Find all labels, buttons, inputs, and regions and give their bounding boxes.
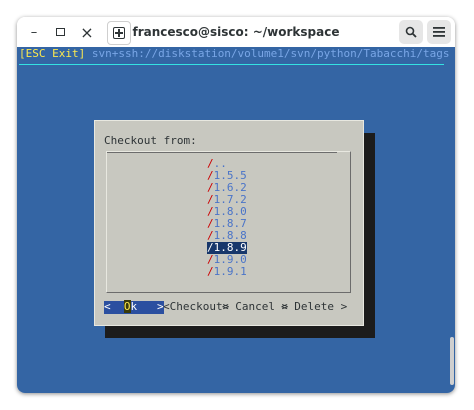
status-line: [ESC Exit] svn+ssh://diskstation/volume1…: [19, 48, 449, 60]
divider: [107, 152, 337, 153]
esc-exit-label[interactable]: [ESC Exit]: [19, 47, 85, 60]
dialog-title: Checkout from:: [104, 134, 197, 147]
minimize-icon: –: [30, 24, 38, 40]
delete-button[interactable]: < Delete >: [281, 301, 347, 314]
tag-list-box[interactable]: /.. /1.5.5 /1.6.2 /1.7.2 /1.8.0 /1.8.7 /…: [106, 151, 351, 293]
minimize-button[interactable]: –: [23, 21, 45, 43]
terminal-window: – × francesco@sisco: ~/workspace [ESC Ex…: [17, 17, 455, 393]
menu-button[interactable]: [427, 20, 451, 44]
tag-list[interactable]: /.. /1.5.5 /1.6.2 /1.7.2 /1.8.0 /1.8.7 /…: [107, 158, 350, 302]
search-button[interactable]: [399, 20, 423, 44]
repository-url: svn+ssh://diskstation/volume1/svn/python…: [91, 47, 450, 60]
close-button[interactable]: ×: [76, 21, 98, 43]
close-icon: ×: [80, 22, 94, 42]
checkout-button[interactable]: <Checkout>: [163, 301, 229, 314]
new-tab-icon: [113, 27, 125, 39]
maximize-button[interactable]: [49, 21, 71, 43]
terminal-area[interactable]: [ESC Exit] svn+ssh://diskstation/volume1…: [17, 47, 455, 393]
hamburger-menu-icon: [433, 27, 445, 37]
dialog-buttons: < Ok > <Checkout> < Cancel > < Delete >: [104, 300, 347, 315]
list-item[interactable]: /1.9.1: [207, 266, 247, 278]
cancel-button[interactable]: < Cancel >: [222, 301, 288, 314]
divider: [19, 64, 444, 65]
ok-button[interactable]: < Ok >: [104, 300, 164, 314]
maximize-icon: [55, 28, 65, 36]
checkout-dialog: Checkout from: /.. /1.5.5 /1.6.2 /1.7.2 …: [94, 120, 364, 326]
title-bar[interactable]: – × francesco@sisco: ~/workspace: [17, 17, 455, 47]
scrollbar[interactable]: [450, 337, 454, 385]
new-tab-button[interactable]: [107, 21, 131, 45]
search-icon: [405, 26, 417, 38]
